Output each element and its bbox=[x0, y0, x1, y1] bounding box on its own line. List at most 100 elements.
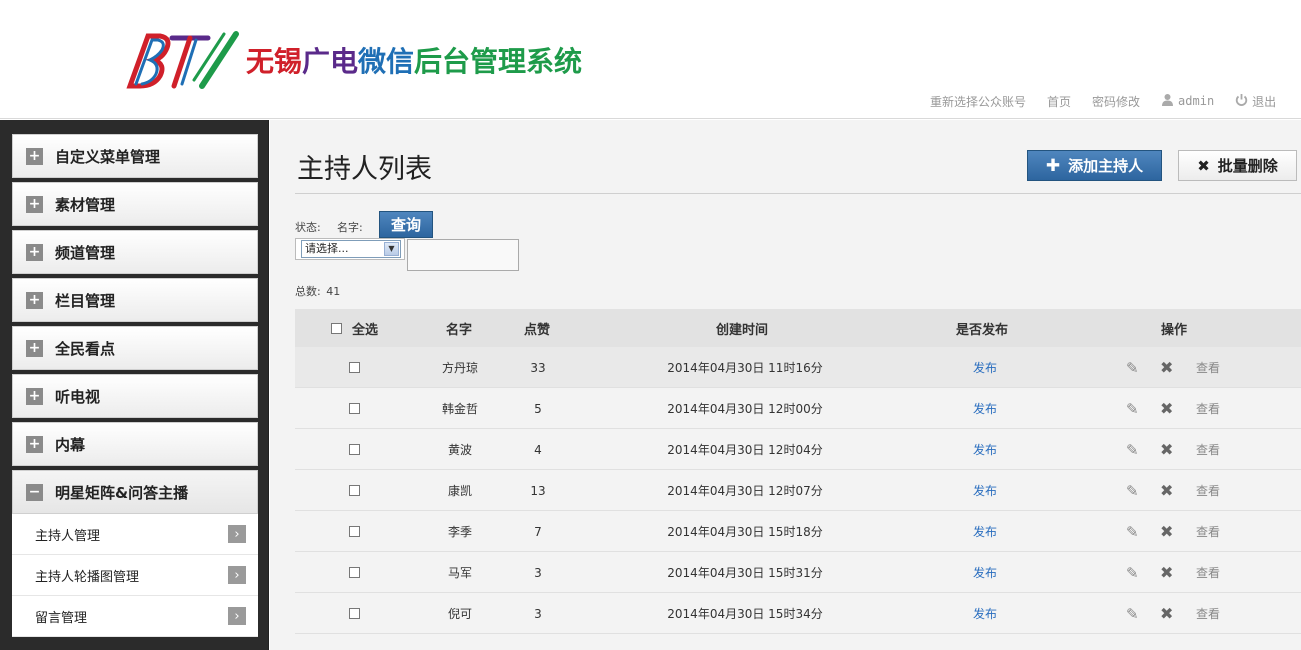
delete-button[interactable]: ✖ bbox=[1160, 429, 1176, 470]
delete-button[interactable]: ✖ bbox=[1160, 470, 1176, 511]
publish-label: 发布 bbox=[972, 402, 997, 416]
delete-button[interactable]: ✖ bbox=[1160, 593, 1176, 634]
row-checkbox[interactable] bbox=[349, 526, 360, 537]
batch-delete-button[interactable]: ✖ 批量删除 bbox=[1178, 150, 1297, 181]
sidebar-item-label: 栏目管理 bbox=[55, 291, 116, 310]
total-count-label: 总数: bbox=[295, 285, 321, 298]
view-link[interactable]: 查看 bbox=[1196, 388, 1226, 429]
sidebar-subitem-host-carousel[interactable]: 主持人轮播图管理 › bbox=[12, 555, 258, 596]
view-label: 查看 bbox=[1196, 607, 1221, 621]
row-checkbox[interactable] bbox=[349, 608, 360, 619]
add-host-button[interactable]: ✚ 添加主持人 bbox=[1027, 150, 1162, 181]
cell-created: 2014年04月30日 15时34分 bbox=[667, 607, 823, 621]
sidebar-item-label: 自定义菜单管理 bbox=[55, 147, 161, 166]
edit-icon: ✎ bbox=[1126, 399, 1139, 418]
status-select[interactable]: 请选择... ▼ bbox=[301, 240, 401, 258]
plus-icon: + bbox=[26, 387, 43, 405]
row-select bbox=[349, 511, 360, 552]
delete-button[interactable]: ✖ bbox=[1160, 511, 1176, 552]
plus-icon: + bbox=[26, 147, 43, 165]
row-checkbox[interactable] bbox=[349, 567, 360, 578]
view-link[interactable]: 查看 bbox=[1196, 593, 1226, 634]
sidebar-item-label: 全民看点 bbox=[55, 339, 116, 358]
publish-link[interactable]: 发布 bbox=[955, 388, 1015, 429]
edit-button[interactable]: ✎ bbox=[1126, 552, 1142, 593]
row-checkbox[interactable] bbox=[349, 444, 360, 455]
publish-link[interactable]: 发布 bbox=[955, 552, 1015, 593]
user-icon bbox=[1161, 93, 1174, 110]
cell-likes: 33 bbox=[530, 360, 546, 375]
sidebar-item-materials[interactable]: + 素材管理 bbox=[12, 182, 258, 226]
row-checkbox[interactable] bbox=[349, 362, 360, 373]
cell-name: 倪可 bbox=[447, 607, 472, 621]
row-select bbox=[349, 429, 360, 470]
view-link[interactable]: 查看 bbox=[1196, 470, 1226, 511]
edit-button[interactable]: ✎ bbox=[1126, 429, 1142, 470]
plus-icon: + bbox=[26, 339, 43, 357]
row-checkbox[interactable] bbox=[349, 485, 360, 496]
sidebar-item-label: 听电视 bbox=[55, 387, 101, 406]
change-password-link[interactable]: 密码修改 bbox=[1092, 93, 1140, 110]
publish-link[interactable]: 发布 bbox=[955, 511, 1015, 552]
sidebar-subitem-host-management[interactable]: 主持人管理 › bbox=[12, 514, 258, 555]
sidebar-item-channels[interactable]: + 频道管理 bbox=[12, 230, 258, 274]
table-row: 康凯 13 2014年04月30日 12时07分 发布 ✎ ✖ 查看 bbox=[295, 470, 1301, 511]
edit-button[interactable]: ✎ bbox=[1126, 470, 1142, 511]
title-part-4: 后台管理系统 bbox=[414, 45, 583, 78]
delete-icon: ✖ bbox=[1160, 358, 1174, 377]
sidebar-item-highlights[interactable]: + 全民看点 bbox=[12, 326, 258, 370]
view-link[interactable]: 查看 bbox=[1196, 552, 1226, 593]
edit-button[interactable]: ✎ bbox=[1126, 388, 1142, 429]
logout-link[interactable]: 退出 bbox=[1235, 93, 1276, 110]
col-header-name: 名字 bbox=[446, 322, 473, 338]
cell-likes: 13 bbox=[530, 483, 546, 498]
view-label: 查看 bbox=[1196, 566, 1221, 580]
header: 无锡广电微信后台管理系统 重新选择公众账号 首页 密码修改 admin 退出 bbox=[0, 0, 1301, 119]
chevron-right-icon: › bbox=[228, 607, 246, 625]
view-link[interactable]: 查看 bbox=[1196, 347, 1226, 388]
sidebar-item-listen-tv[interactable]: + 听电视 bbox=[12, 374, 258, 418]
sidebar-item-columns[interactable]: + 栏目管理 bbox=[12, 278, 258, 322]
delete-button[interactable]: ✖ bbox=[1160, 552, 1176, 593]
publish-link[interactable]: 发布 bbox=[955, 593, 1015, 634]
close-icon: ✖ bbox=[1197, 156, 1210, 175]
user-menu[interactable]: admin bbox=[1161, 93, 1214, 110]
delete-button[interactable]: ✖ bbox=[1160, 347, 1176, 388]
query-button[interactable]: 查询 bbox=[379, 211, 433, 238]
sidebar-item-custom-menu[interactable]: + 自定义菜单管理 bbox=[12, 134, 258, 178]
total-count: 总数: 41 bbox=[295, 283, 340, 299]
view-label: 查看 bbox=[1196, 484, 1221, 498]
row-select bbox=[349, 470, 360, 511]
name-input[interactable] bbox=[407, 239, 519, 271]
delete-button[interactable]: ✖ bbox=[1160, 388, 1176, 429]
publish-label: 发布 bbox=[972, 484, 997, 498]
view-label: 查看 bbox=[1196, 402, 1221, 416]
logo-icon bbox=[126, 31, 239, 89]
title-part-2: 广电 bbox=[302, 45, 359, 78]
sidebar-subitem-messages[interactable]: 留言管理 › bbox=[12, 596, 258, 637]
view-link[interactable]: 查看 bbox=[1196, 511, 1226, 552]
cell-created: 2014年04月30日 12时07分 bbox=[667, 484, 823, 498]
sidebar-item-insider[interactable]: + 内幕 bbox=[12, 422, 258, 466]
edit-icon: ✎ bbox=[1126, 604, 1139, 623]
edit-button[interactable]: ✎ bbox=[1126, 593, 1142, 634]
plus-icon: + bbox=[26, 435, 43, 453]
top-nav: 重新选择公众账号 首页 密码修改 admin 退出 bbox=[930, 92, 1276, 110]
publish-link[interactable]: 发布 bbox=[955, 347, 1015, 388]
reselect-account-link[interactable]: 重新选择公众账号 bbox=[930, 93, 1026, 110]
edit-button[interactable]: ✎ bbox=[1126, 511, 1142, 552]
select-all[interactable]: 全选 bbox=[331, 309, 378, 347]
sidebar-item-star-matrix[interactable]: − 明星矩阵&问答主播 bbox=[12, 470, 258, 514]
table-row: 马军 3 2014年04月30日 15时31分 发布 ✎ ✖ 查看 bbox=[295, 552, 1301, 593]
home-link[interactable]: 首页 bbox=[1047, 93, 1071, 110]
table-row: 韩金哲 5 2014年04月30日 12时00分 发布 ✎ ✖ 查看 bbox=[295, 388, 1301, 429]
row-checkbox[interactable] bbox=[349, 403, 360, 414]
publish-link[interactable]: 发布 bbox=[955, 470, 1015, 511]
publish-label: 发布 bbox=[972, 443, 997, 457]
view-link[interactable]: 查看 bbox=[1196, 429, 1226, 470]
select-all-checkbox[interactable] bbox=[331, 322, 342, 334]
edit-icon: ✎ bbox=[1126, 358, 1139, 377]
publish-link[interactable]: 发布 bbox=[955, 429, 1015, 470]
cell-likes: 3 bbox=[534, 606, 542, 621]
edit-button[interactable]: ✎ bbox=[1126, 347, 1142, 388]
